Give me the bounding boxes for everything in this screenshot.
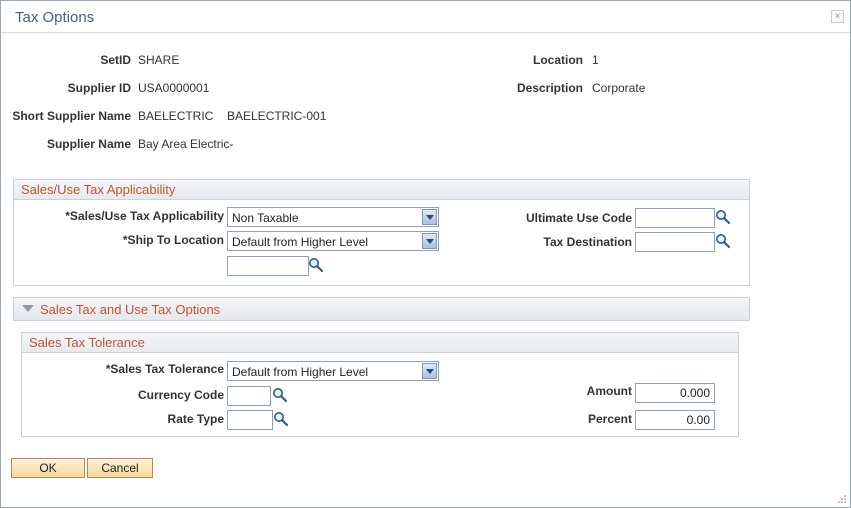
sut-applicability-select[interactable]: Non Taxable [227,207,439,227]
modal-titlebar: Tax Options × [1,1,850,33]
ultimate-use-code-label: Ultimate Use Code [525,211,632,225]
amount-label: Amount [586,384,632,398]
sales-use-tax-options-section[interactable]: Sales Tax and Use Tax Options [13,297,750,321]
setid-label: SetID [100,53,131,67]
sut-applicability-label: *Sales/Use Tax Applicability [65,209,224,223]
lookup-icon[interactable] [272,387,288,403]
currency-code-input[interactable] [227,386,271,406]
sales-tax-tolerance-value: Default from Higher Level [232,365,369,379]
supplier-id-label: Supplier ID [67,81,131,95]
percent-input[interactable] [635,410,715,430]
setid-value: SHARE [138,53,180,67]
supplier-name-label: Supplier Name [46,137,131,151]
ship-to-location-label: *Ship To Location [122,233,224,247]
ok-button[interactable]: OK [11,458,85,478]
lookup-icon[interactable] [715,233,731,249]
sales-tax-tolerance-label: *Sales Tax Tolerance [105,362,224,376]
description-value: Corporate [592,81,646,95]
applicability-header: Sales/Use Tax Applicability [14,180,749,200]
ship-to-location-select[interactable]: Default from Higher Level [227,231,439,251]
cancel-button[interactable]: Cancel [87,458,153,478]
tolerance-header: Sales Tax Tolerance [22,333,738,353]
sales-tax-tolerance-select[interactable]: Default from Higher Level [227,361,439,381]
rate-type-input[interactable] [227,410,273,430]
amount-input[interactable] [635,383,715,403]
supplier-id-value: USA0000001 [138,81,210,95]
lookup-icon[interactable] [273,411,289,427]
supplier-name-value: Bay Area Electric- [138,137,234,151]
short-supplier-name-value: BAELECTRIC [138,109,214,123]
sales-use-tax-options-title: Sales Tax and Use Tax Options [40,302,221,317]
currency-code-label: Currency Code [137,388,224,402]
lookup-icon[interactable] [715,209,731,225]
ultimate-use-code-input[interactable] [635,208,715,228]
lookup-icon[interactable] [308,257,324,273]
tax-destination-label: Tax Destination [543,235,632,249]
chevron-down-icon[interactable] [422,209,437,225]
close-icon[interactable]: × [831,10,844,23]
location-label: Location [533,53,583,67]
sut-applicability-value: Non Taxable [232,211,299,225]
ship-to-location-value: Default from Higher Level [232,235,369,249]
short-supplier-name-label: Short Supplier Name [12,109,131,123]
tax-options-modal: Tax Options × SetID SHARE Location 1 Sup… [0,0,851,508]
short-supplier-code-value: BAELECTRIC-001 [227,109,327,123]
ship-to-code-input[interactable] [227,256,309,276]
tax-destination-input[interactable] [635,232,715,252]
resize-grip-icon[interactable] [837,494,847,504]
modal-title: Tax Options [15,9,95,26]
chevron-down-icon[interactable] [422,233,437,249]
chevron-down-icon[interactable] [422,363,437,379]
rate-type-label: Rate Type [167,412,224,426]
collapse-triangle-icon[interactable] [22,305,34,312]
location-value: 1 [592,53,599,67]
description-label: Description [516,81,583,95]
percent-label: Percent [587,412,632,426]
